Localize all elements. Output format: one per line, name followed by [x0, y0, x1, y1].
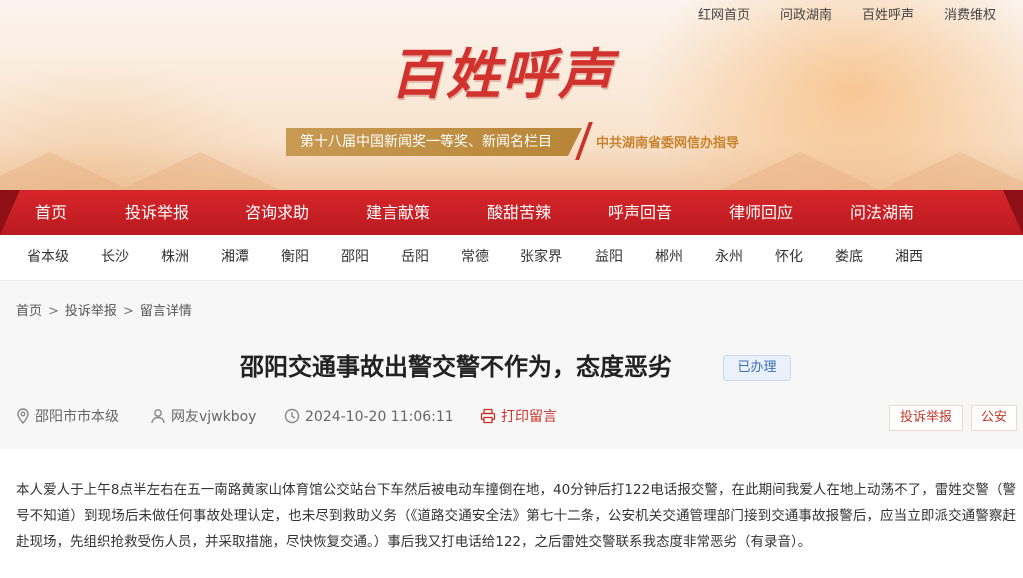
- printer-icon: [480, 408, 496, 424]
- breadcrumb-separator: >: [48, 304, 59, 319]
- roof-shape: [120, 152, 280, 190]
- breadcrumb: 首页 > 投诉举报 > 留言详情: [16, 300, 192, 319]
- city-nav: 省本级 长沙 株洲 湘潭 衡阳 邵阳 岳阳 常德 张家界 益阳 郴州 永州 怀化…: [0, 235, 1023, 281]
- main-nav: 首页 投诉举报 咨询求助 建言献策 酸甜苦辣 呼声回音 律师回应 问法湖南: [0, 190, 1023, 235]
- nav-home[interactable]: 首页: [35, 190, 67, 235]
- guide-text: 中共湖南省委网信办指导: [596, 136, 740, 151]
- tag-complaint[interactable]: 投诉举报: [889, 405, 963, 431]
- nav-complaint[interactable]: 投诉举报: [125, 190, 189, 235]
- nav-consult-help[interactable]: 咨询求助: [245, 190, 309, 235]
- breadcrumb-separator: >: [122, 304, 134, 319]
- breadcrumb-complaint[interactable]: 投诉举报: [65, 304, 117, 319]
- author-text: 网友vjwkboy: [171, 409, 257, 425]
- nav-life-stories[interactable]: 酸甜苦辣: [487, 190, 551, 235]
- breadcrumb-home[interactable]: 首页: [16, 304, 42, 319]
- top-link-consumer-rights[interactable]: 消费维权: [929, 6, 1011, 26]
- award-ribbon: 第十八届中国新闻奖一等奖、新闻名栏目: [286, 128, 582, 156]
- post-author: 网友vjwkboy: [150, 407, 256, 427]
- city-xiangtan[interactable]: 湘潭: [221, 235, 249, 279]
- roof-shape: [880, 152, 1023, 190]
- breadcrumb-current: 留言详情: [139, 304, 192, 319]
- nav-edge-right: [1003, 190, 1023, 235]
- city-yiyang[interactable]: 益阳: [595, 235, 623, 279]
- location-pin-icon: [17, 408, 29, 425]
- city-changde[interactable]: 常德: [461, 235, 489, 279]
- city-loudi[interactable]: 娄底: [835, 235, 863, 279]
- post-header: 首页 > 投诉举报 > 留言详情 邵阳交通事故出警交警不作为，态度恶劣 已办理 邵阳市市…: [0, 281, 1023, 449]
- city-hengyang[interactable]: 衡阳: [281, 235, 309, 279]
- print-button[interactable]: 打印留言: [480, 407, 557, 427]
- city-xiangxi[interactable]: 湘西: [895, 235, 923, 279]
- tag-public-security[interactable]: 公安: [971, 405, 1017, 431]
- city-zhuzhou[interactable]: 株洲: [161, 235, 189, 279]
- status-badge: 已办理: [723, 355, 791, 381]
- roof-shape: [720, 152, 880, 190]
- top-link-wenzheng-hunan[interactable]: 问政湖南: [765, 6, 847, 26]
- print-label: 打印留言: [501, 409, 557, 425]
- clock-icon: [284, 408, 300, 424]
- city-provincial[interactable]: 省本级: [27, 235, 69, 279]
- city-chenzhou[interactable]: 郴州: [655, 235, 683, 279]
- top-link-baixing-husheng[interactable]: 百姓呼声: [847, 6, 929, 26]
- post-time: 2024-10-20 11:06:11: [284, 407, 454, 427]
- city-changsha[interactable]: 长沙: [101, 235, 129, 279]
- location-text: 邵阳市市本级: [35, 409, 119, 425]
- city-huaihua[interactable]: 怀化: [775, 235, 803, 279]
- post-body: 本人爱人于上午8点半左右在五一南路黄家山体育馆公交站台下车然后被电动车撞倒在地，…: [16, 482, 1016, 550]
- time-text: 2024-10-20 11:06:11: [305, 409, 454, 425]
- nav-ask-law-hunan[interactable]: 问法湖南: [850, 190, 914, 235]
- user-icon: [151, 409, 165, 424]
- top-links: 红网首页 问政湖南 百姓呼声 消费维权: [683, 6, 1011, 26]
- post-location: 邵阳市市本级: [16, 407, 119, 427]
- city-yongzhou[interactable]: 永州: [715, 235, 743, 279]
- roof-shape: [0, 152, 130, 190]
- site-logo[interactable]: 百姓呼声: [390, 38, 640, 110]
- nav-edge-left: [0, 190, 20, 235]
- nav-lawyer-response[interactable]: 律师回应: [729, 190, 793, 235]
- nav-replies[interactable]: 呼声回音: [608, 190, 672, 235]
- nav-suggestions[interactable]: 建言献策: [366, 190, 430, 235]
- city-shaoyang[interactable]: 邵阳: [341, 235, 369, 279]
- post-title: 邵阳交通事故出警交警不作为，态度恶劣: [240, 353, 672, 381]
- header-banner: 红网首页 问政湖南 百姓呼声 消费维权 百姓呼声 第十八届中国新闻奖一等奖、新闻…: [0, 0, 1023, 190]
- top-link-rednet-home[interactable]: 红网首页: [683, 6, 765, 26]
- city-zhangjiajie[interactable]: 张家界: [520, 235, 562, 279]
- city-yueyang[interactable]: 岳阳: [401, 235, 429, 279]
